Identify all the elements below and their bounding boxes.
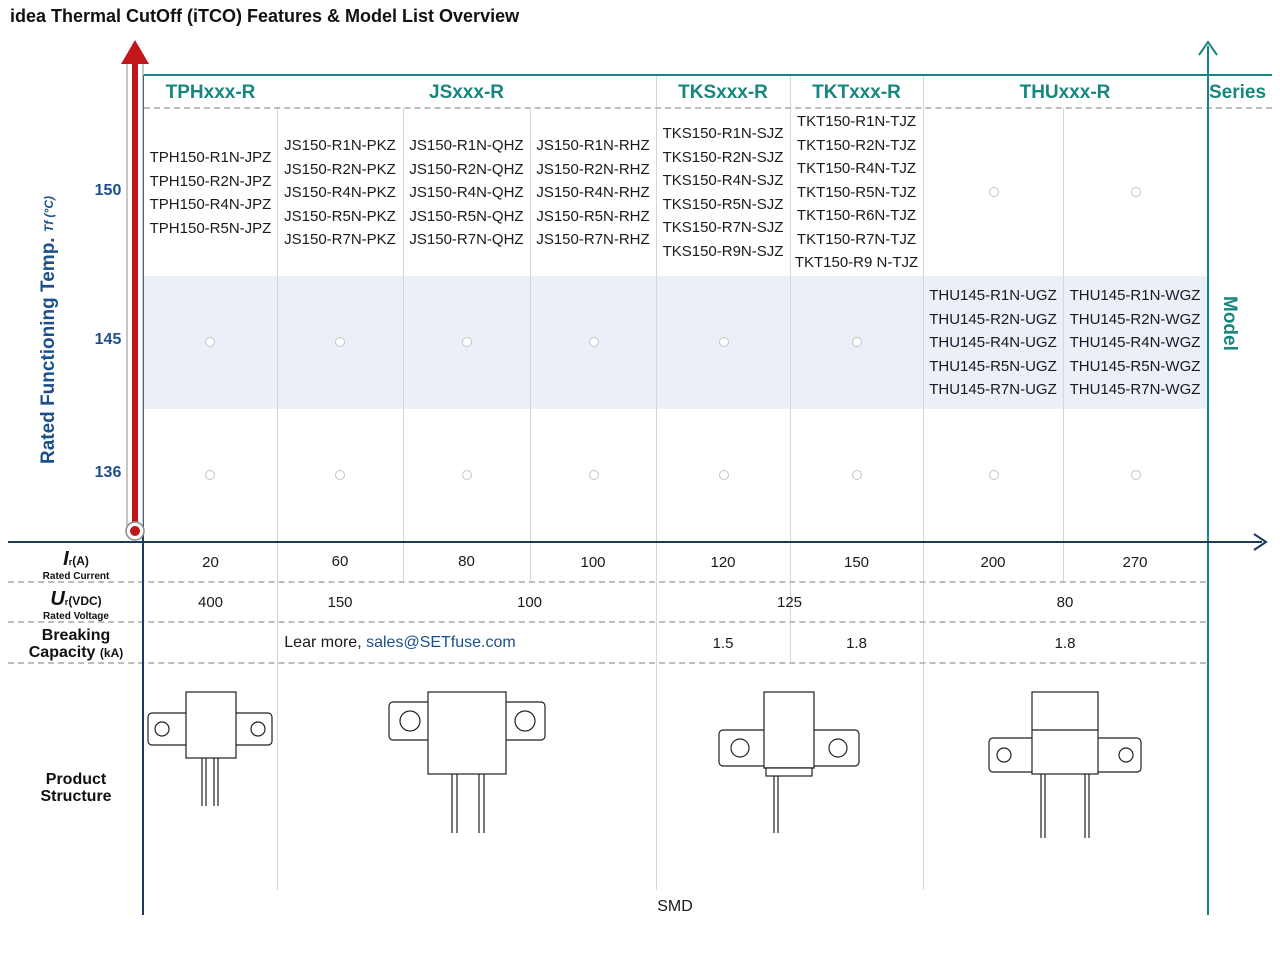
thu-structure-icon [988,691,1142,838]
product-structure-drawings [147,691,1142,838]
tks-structure-icon [718,691,860,833]
js-structure-icon [388,691,546,833]
tph-structure-icon [147,691,273,806]
footer-smd: SMD [657,898,693,915]
